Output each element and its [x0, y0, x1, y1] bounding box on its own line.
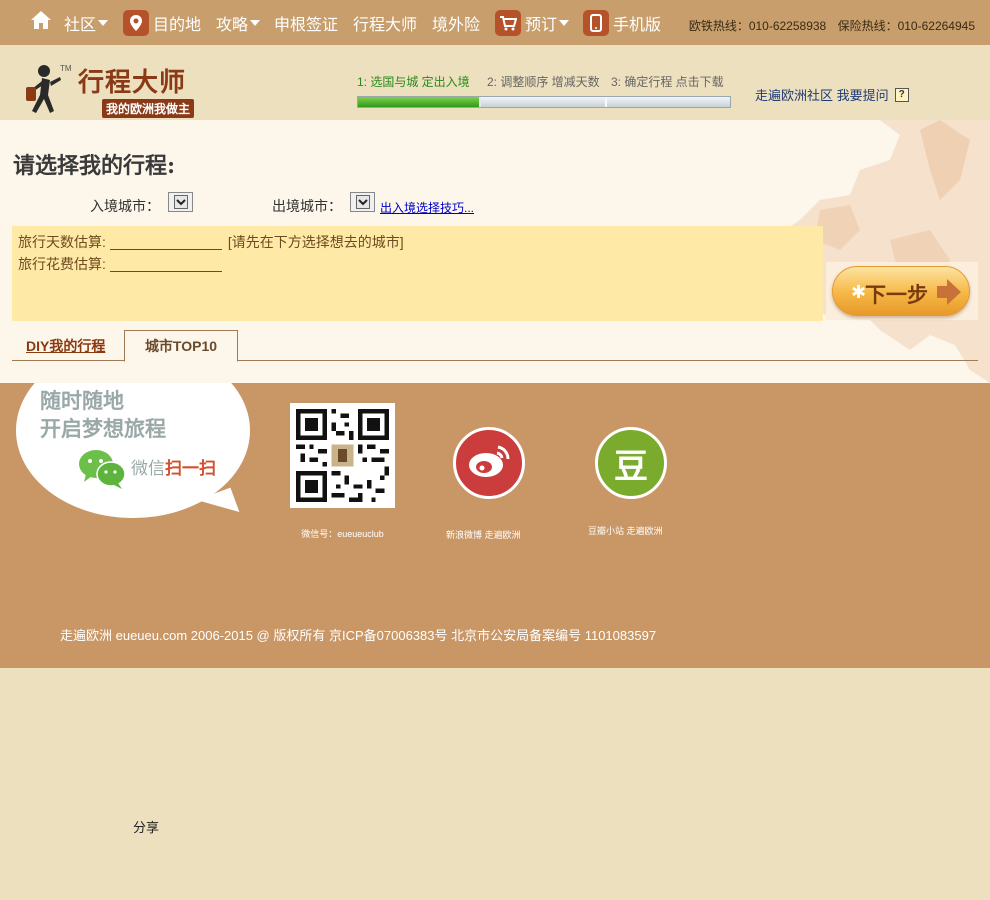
home-link[interactable]	[30, 0, 52, 45]
cart-icon	[495, 9, 521, 36]
bubble-line-1: 随时随地	[40, 390, 124, 413]
help-icon[interactable]: ?	[894, 87, 909, 102]
wechat-icon	[78, 448, 128, 490]
douban-caption: 豆瓣小站 走遍欧洲	[588, 526, 663, 536]
exit-city-select[interactable]	[350, 192, 375, 212]
nav-schengen-visa[interactable]: 申根签证	[274, 0, 338, 45]
entry-exit-tips-link[interactable]: 出入境选择技巧...	[380, 199, 474, 216]
copyright: 走遍欧洲 eueueu.com 2006-2015 @ 版权所有 京ICP备07…	[60, 628, 657, 643]
nav-guides[interactable]: 攻略	[216, 0, 261, 45]
itinerary-panel: 请选择我的行程: 入境城市： 出境城市： 出入境选择技巧... 旅行天数估算: […	[0, 120, 990, 383]
insurance-hotline: 保险热线：010-62264945	[837, 19, 975, 33]
map-pin-icon	[123, 9, 149, 36]
tab-city-top10[interactable]: 城市TOP10	[124, 330, 238, 362]
wechat-caption: 微信号：eueueuclub	[301, 529, 384, 539]
days-estimate-label: 旅行天数估算:	[18, 234, 106, 250]
nav-booking[interactable]: 预订	[495, 0, 570, 45]
weibo-icon	[464, 441, 514, 486]
home-icon	[30, 10, 52, 35]
nav-travel-insurance[interactable]: 境外险	[432, 0, 480, 45]
tab-diy-itinerary[interactable]: DIY我的行程	[26, 330, 105, 361]
cost-estimate-row: 旅行花费估算:	[18, 256, 817, 278]
sparkle-icon: ✱	[851, 282, 867, 302]
tab-bar: DIY我的行程 城市TOP10	[12, 330, 978, 362]
cost-estimate-value	[109, 259, 222, 272]
chevron-down-icon	[173, 195, 188, 209]
chevron-down-icon	[355, 195, 370, 209]
hotlines: 欧铁热线：010-62258938 保险热线：010-62264945	[681, 17, 975, 34]
douban-link[interactable]: 豆	[595, 427, 667, 499]
nav-community[interactable]: 社区	[64, 0, 109, 45]
nav-itinerary-master[interactable]: 行程大师	[353, 0, 417, 45]
logo-tm: TM	[60, 64, 72, 73]
share-label[interactable]: 分享	[133, 817, 159, 836]
bubble-line-2: 开启梦想旅程	[40, 418, 166, 441]
progress-divider	[605, 97, 607, 107]
weibo-caption: 新浪微博 走遍欧洲	[446, 530, 521, 540]
caret-down-icon	[98, 19, 109, 26]
next-step-button[interactable]: ✱ 下一步	[826, 262, 978, 320]
nav-mobile[interactable]: 手机版	[583, 0, 661, 45]
douban-icon: 豆	[614, 447, 648, 486]
cost-estimate-label: 旅行花费估算:	[18, 256, 106, 272]
top-nav: 社区 目的地 攻略 申根签证 行程大师 境外险 预订 手机版 欧铁热线：010-…	[0, 0, 990, 45]
logo-title: 行程大师	[78, 68, 187, 98]
days-estimate-row: 旅行天数估算: [请先在下方选择想去的城市]	[18, 234, 817, 256]
progress-fill	[358, 97, 481, 107]
page-title: 请选择我的行程:	[13, 153, 176, 179]
exit-city-label: 出境城市：	[272, 198, 342, 214]
days-estimate-value	[109, 237, 222, 250]
rail-hotline: 欧铁热线：010-62258938	[688, 19, 827, 33]
days-estimate-hint: [请先在下方选择想去的城市]	[227, 234, 404, 250]
mobile-icon	[583, 9, 609, 36]
wechat-scan-text: 微信扫一扫	[131, 459, 216, 478]
trip-estimate-box: 旅行天数估算: [请先在下方选择想去的城市] 旅行花费估算:	[12, 226, 823, 321]
step-2: 2: 调整顺序 增减天数	[487, 75, 600, 89]
wechat-qr-code	[290, 403, 395, 508]
nav-destination[interactable]: 目的地	[123, 0, 201, 45]
step-1: 1: 选国与城 定出入境	[357, 75, 470, 89]
entry-city-select[interactable]	[168, 192, 193, 212]
community-link[interactable]: 走遍欧洲社区 我要提问 ?	[755, 85, 909, 104]
caret-down-icon	[250, 19, 261, 26]
logo-subtitle: 我的欧洲我做主	[102, 99, 195, 118]
entry-city-label: 入境城市：	[90, 198, 160, 214]
arrow-right-icon	[947, 279, 961, 305]
step-3: 3: 确定行程 点击下载	[611, 75, 724, 89]
next-step-pill: ✱ 下一步	[832, 266, 970, 316]
header: TM 行程大师 我的欧洲我做主 1: 选国与城 定出入境 2: 调整顺序 增减天…	[0, 45, 990, 120]
progress-bar	[357, 96, 731, 108]
caret-down-icon	[559, 19, 570, 26]
footer: 随时随地 开启梦想旅程 微信扫一扫 微信号：eueueuclub 新浪微博 走遍…	[0, 383, 990, 668]
next-step-label: 下一步	[865, 284, 928, 307]
weibo-link[interactable]	[453, 427, 525, 499]
